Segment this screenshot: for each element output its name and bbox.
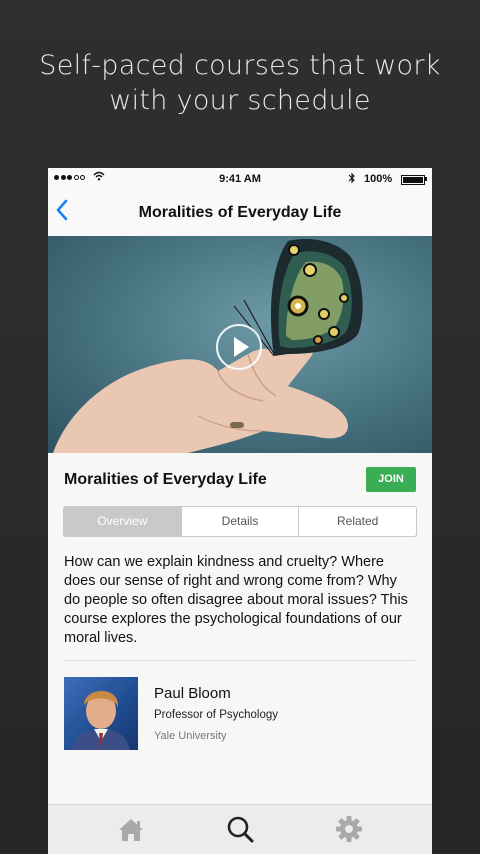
instructor-university: Yale University [154, 730, 227, 742]
join-button[interactable]: JOIN [366, 467, 416, 492]
tab-search[interactable] [222, 813, 258, 845]
divider [64, 660, 415, 661]
battery-tip-icon [425, 177, 427, 181]
instructor-title: Professor of Psychology [154, 709, 279, 721]
tab-bar [48, 804, 432, 854]
course-video[interactable] [48, 236, 432, 453]
course-tabs: Overview Details Related [63, 506, 417, 537]
home-icon [119, 819, 143, 841]
play-button[interactable] [216, 324, 262, 370]
tab-details[interactable]: Details [180, 507, 299, 536]
headline-line-2: with your schedule [109, 85, 371, 116]
course-title: Moralities of Everyday Life [64, 471, 267, 488]
tab-settings[interactable] [331, 813, 367, 845]
nav-title: Moralities of Everyday Life [138, 204, 342, 221]
headline: Self-paced courses that work with your s… [0, 48, 480, 118]
gear-icon [336, 816, 362, 842]
status-bar: 9:41 AM 100% [48, 168, 432, 190]
battery-percent: 100% [364, 173, 393, 185]
instructor-avatar[interactable] [64, 677, 138, 750]
course-description: How can we explain kindness and cruelty?… [64, 554, 408, 646]
instructor-name[interactable]: Paul Bloom [154, 685, 231, 702]
phone-screen: 9:41 AM 100% Moralities of Everyday Life [48, 168, 432, 854]
headline-line-1: Self-paced courses that work [39, 50, 441, 81]
tab-home[interactable] [113, 813, 149, 845]
tab-overview[interactable]: Overview [64, 507, 181, 536]
tab-related[interactable]: Related [298, 507, 416, 536]
battery-icon [401, 175, 425, 185]
navigation-bar: Moralities of Everyday Life [48, 190, 432, 237]
bluetooth-icon [348, 172, 356, 187]
search-icon [227, 816, 254, 843]
